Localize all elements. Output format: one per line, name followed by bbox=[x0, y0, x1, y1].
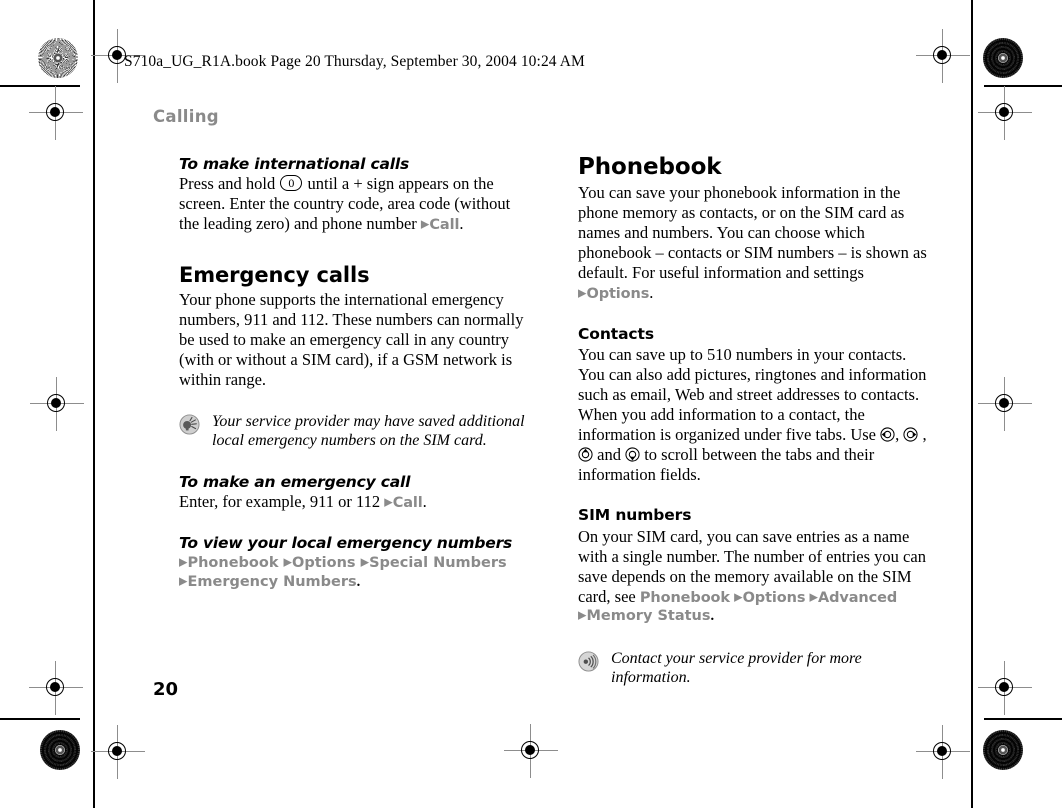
print-header-stamp: S710a_UG_R1A.book Page 20 Thursday, Sept… bbox=[124, 53, 585, 70]
section-body-emergency-calls: Your phone supports the international em… bbox=[179, 289, 524, 389]
procedure-heading-view-emergency-numbers: To view your local emergency numbers bbox=[179, 534, 513, 553]
left-column: To make international calls Press and ho… bbox=[179, 155, 531, 592]
section-body-phonebook: You can save your phonebook information … bbox=[578, 183, 936, 303]
trim-rule-bottom-right bbox=[984, 718, 1062, 720]
menu-arrow-icon: ▶ bbox=[283, 555, 293, 569]
menu-item-advanced[interactable]: Advanced bbox=[818, 590, 897, 606]
menu-arrow-icon: ▶ bbox=[734, 590, 743, 604]
menu-arrow-icon: ▶ bbox=[809, 590, 818, 604]
subsection-heading-contacts: Contacts bbox=[578, 324, 654, 343]
menu-item-phonebook[interactable]: Phonebook bbox=[187, 555, 278, 571]
menu-arrow-icon: ▶ bbox=[360, 555, 370, 569]
procedure-body-international-calls: Press and hold 0 until a + sign appears … bbox=[179, 174, 531, 234]
document-page: S710a_UG_R1A.book Page 20 Thursday, Sept… bbox=[93, 0, 972, 808]
registration-target-lower-left-outer bbox=[29, 661, 83, 715]
menu-path-line-2: ▶Memory Status. bbox=[578, 607, 936, 626]
menu-item-options[interactable]: Options bbox=[292, 555, 356, 571]
note-signal-icon bbox=[578, 651, 599, 672]
nav-sep-3: and bbox=[593, 445, 626, 465]
procedure-heading-emergency-call: To make an emergency call bbox=[179, 472, 411, 491]
menu-item-call: Call bbox=[429, 217, 460, 234]
registration-target-upper-right-outer bbox=[978, 86, 1032, 140]
subsection-body-sim-numbers: On your SIM card, you can save entries a… bbox=[578, 527, 936, 607]
menu-path-line-1: ▶Phonebook ▶Options ▶Special Numbers bbox=[179, 554, 531, 573]
menu-item-phonebook[interactable]: Phonebook bbox=[640, 590, 730, 606]
section-heading-emergency-calls: Emergency calls bbox=[179, 262, 370, 287]
print-rosette-bottom-left bbox=[40, 730, 80, 770]
registration-target-lower-right-outer bbox=[978, 661, 1032, 715]
sentence-period: . bbox=[459, 214, 464, 234]
menu-item-options[interactable]: Options bbox=[743, 590, 806, 606]
procedure-body-emergency-call: Enter, for example, 911 or 112 ▶Call. bbox=[179, 492, 531, 513]
tip-bulb-icon bbox=[179, 414, 200, 435]
sentence-period: . bbox=[710, 608, 715, 625]
print-rosette-top-right bbox=[983, 38, 1023, 78]
right-column: Phonebook You can save your phonebook in… bbox=[578, 154, 936, 688]
nav-sep-1: , bbox=[895, 425, 904, 445]
procedure-heading-international-calls: To make international calls bbox=[179, 155, 409, 173]
subsection-heading-sim-numbers: SIM numbers bbox=[578, 506, 692, 525]
page-number: 20 bbox=[153, 679, 179, 700]
info-note-text: Contact your service provider for more i… bbox=[611, 649, 862, 687]
info-note-block: Contact your service provider for more i… bbox=[578, 649, 936, 688]
section-heading-phonebook: Phonebook bbox=[578, 154, 722, 180]
menu-item-call: Call bbox=[392, 494, 423, 511]
sentence-period: . bbox=[356, 573, 361, 590]
print-rosette-bottom-right bbox=[983, 730, 1023, 770]
registration-target-upper-left-outer bbox=[29, 86, 83, 140]
print-rosette-top-left bbox=[38, 38, 78, 78]
nav-sep-2: , bbox=[918, 425, 927, 445]
subsection-body-contacts: You can save up to 510 numbers in your c… bbox=[578, 345, 936, 485]
sentence-period: . bbox=[649, 283, 654, 303]
trim-rule-bottom-left bbox=[0, 718, 80, 720]
menu-path-line-2: ▶Emergency Numbers. bbox=[179, 573, 531, 592]
procedure-text: Enter, for example, 911 or 112 bbox=[179, 491, 385, 511]
nav-up-icon bbox=[578, 447, 593, 462]
menu-arrow-icon: ▶ bbox=[384, 495, 393, 509]
nav-down-icon bbox=[625, 447, 640, 462]
registration-target-mid-left bbox=[30, 377, 84, 431]
contacts-text-part-1: You can save up to 510 numbers in your c… bbox=[578, 345, 927, 445]
trim-rule-top-left bbox=[0, 85, 80, 87]
text-before-keycap: Press and hold bbox=[179, 174, 280, 194]
nav-right-icon bbox=[903, 427, 918, 442]
menu-item-special-numbers[interactable]: Special Numbers bbox=[369, 555, 507, 571]
menu-item-memory-status[interactable]: Memory Status bbox=[586, 608, 710, 624]
menu-item-options[interactable]: Options bbox=[586, 286, 649, 302]
sentence-period: . bbox=[422, 491, 427, 511]
phonebook-text: You can save your phonebook information … bbox=[578, 183, 927, 283]
key-zero-icon: 0 bbox=[280, 175, 303, 192]
running-head-chapter-title: Calling bbox=[153, 107, 219, 126]
tip-note-block: Your service provider may have saved add… bbox=[179, 412, 531, 451]
registration-target-mid-right bbox=[978, 377, 1032, 431]
tip-note-text: Your service provider may have saved add… bbox=[212, 412, 525, 450]
menu-item-emergency-numbers[interactable]: Emergency Numbers bbox=[187, 574, 356, 590]
nav-left-icon bbox=[880, 427, 895, 442]
trim-rule-top-right bbox=[984, 85, 1062, 87]
